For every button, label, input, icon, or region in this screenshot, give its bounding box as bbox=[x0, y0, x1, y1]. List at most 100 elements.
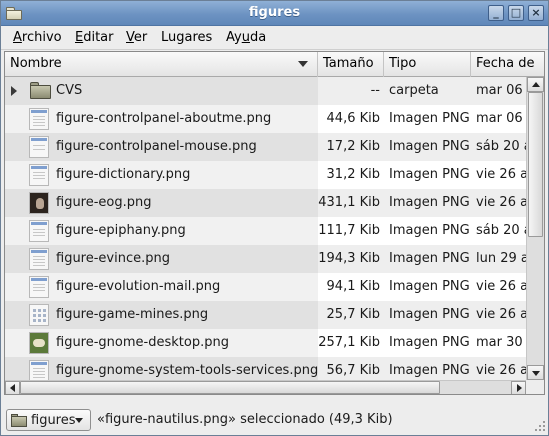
file-size: 257,1 Kib bbox=[318, 335, 380, 350]
column-type-label: Tipo bbox=[389, 56, 417, 71]
file-size: 25,7 Kib bbox=[326, 307, 380, 322]
scroll-left-button[interactable] bbox=[5, 381, 20, 394]
image-thumbnail-icon bbox=[29, 276, 49, 298]
menu-bar: Archivo Editar Ver Lugares Ayuda bbox=[1, 26, 548, 50]
file-date: sáb 20 a bbox=[476, 223, 526, 238]
menu-lugares-label: Lugares bbox=[161, 30, 213, 45]
resize-grip-icon[interactable] bbox=[534, 421, 546, 433]
file-name: figure-evince.png bbox=[56, 251, 170, 266]
file-date: mar 30 a bbox=[476, 335, 526, 350]
close-button[interactable]: × bbox=[528, 5, 544, 21]
list-item[interactable]: figure-controlpanel-mouse.png 17,2 Kib I… bbox=[5, 133, 526, 161]
column-header-size[interactable]: Tamaño bbox=[318, 52, 384, 77]
window-title: figures bbox=[248, 5, 301, 20]
file-size: 431,1 Kib bbox=[318, 195, 380, 210]
list-item[interactable]: figure-controlpanel-aboutme.png 44,6 Kib… bbox=[5, 105, 526, 133]
image-thumbnail-icon bbox=[29, 136, 49, 158]
file-date: lun 29 a bbox=[476, 251, 526, 266]
list-item[interactable]: figure-evince.png 194,3 Kib Imagen PNG l… bbox=[5, 245, 526, 273]
status-bar: figures «figure-nautilus.png» selecciona… bbox=[1, 403, 548, 435]
file-name: figure-dictionary.png bbox=[56, 167, 191, 182]
maximize-icon: □ bbox=[510, 6, 522, 19]
arrow-up-icon bbox=[532, 82, 540, 87]
folder-icon bbox=[11, 414, 27, 427]
horizontal-scrollbar[interactable] bbox=[5, 380, 526, 394]
column-size-label: Tamaño bbox=[323, 56, 374, 71]
list-item[interactable]: figure-dictionary.png 31,2 Kib Imagen PN… bbox=[5, 161, 526, 189]
column-name-label: Nombre bbox=[10, 56, 62, 71]
list-item[interactable]: figure-gnome-desktop.png 257,1 Kib Image… bbox=[5, 329, 526, 357]
menu-ver[interactable]: Ver bbox=[126, 30, 147, 45]
maximize-button[interactable]: □ bbox=[508, 5, 524, 21]
file-type: Imagen PNG bbox=[389, 223, 470, 238]
file-type: Imagen PNG bbox=[389, 363, 470, 378]
file-size: 194,3 Kib bbox=[318, 251, 380, 266]
location-combo[interactable]: figures bbox=[6, 409, 91, 431]
game-thumbnail-icon bbox=[29, 304, 49, 326]
menu-ayuda-label: Ayuda bbox=[226, 30, 267, 45]
file-date: vie 26 ag bbox=[476, 279, 526, 294]
arrow-down-icon bbox=[532, 371, 540, 376]
image-thumbnail-icon bbox=[29, 164, 49, 186]
desktop-thumbnail-icon bbox=[29, 332, 49, 354]
title-bar[interactable]: figures _ □ × bbox=[1, 1, 548, 26]
column-header-name[interactable]: Nombre bbox=[5, 52, 318, 77]
file-date: vie 26 ag bbox=[476, 167, 526, 182]
file-date: vie 26 ag bbox=[476, 195, 526, 210]
file-name: CVS bbox=[56, 83, 83, 98]
file-rows: CVS -- carpeta mar 06 s figure-controlpa… bbox=[5, 77, 526, 380]
close-icon: × bbox=[531, 6, 541, 19]
list-item[interactable]: figure-evolution-mail.png 94,1 Kib Image… bbox=[5, 273, 526, 301]
menu-ver-label: er bbox=[133, 30, 148, 45]
file-type: Imagen PNG bbox=[389, 335, 470, 350]
scroll-up-button[interactable] bbox=[527, 77, 544, 92]
horizontal-scroll-thumb[interactable] bbox=[20, 381, 440, 394]
menu-archivo[interactable]: Archivo bbox=[13, 30, 62, 45]
image-thumbnail-icon bbox=[29, 360, 49, 380]
minimize-button[interactable]: _ bbox=[488, 5, 504, 21]
column-date-label: Fecha de bbox=[476, 56, 535, 71]
file-name: figure-epiphany.png bbox=[56, 223, 186, 238]
file-name: figure-game-mines.png bbox=[56, 307, 209, 322]
file-date: vie 26 ag bbox=[476, 307, 526, 322]
file-size: -- bbox=[370, 83, 380, 98]
scroll-down-button[interactable] bbox=[527, 365, 544, 380]
arrow-right-icon bbox=[517, 384, 522, 392]
file-type: Imagen PNG bbox=[389, 307, 470, 322]
scrollbar-corner bbox=[526, 380, 544, 394]
file-manager-window: figures _ □ × Archivo Editar Ver Lugares… bbox=[0, 0, 549, 436]
file-date: vie 26 ag bbox=[476, 363, 526, 378]
list-item[interactable]: figure-gnome-system-tools-services.png 5… bbox=[5, 357, 526, 380]
file-type: Imagen PNG bbox=[389, 279, 470, 294]
file-size: 31,2 Kib bbox=[326, 167, 380, 182]
list-item[interactable]: figure-game-mines.png 25,7 Kib Imagen PN… bbox=[5, 301, 526, 329]
menu-archivo-mnemonic: A bbox=[13, 30, 22, 45]
file-type: Imagen PNG bbox=[389, 111, 470, 126]
file-type: Imagen PNG bbox=[389, 167, 470, 182]
scroll-right-button[interactable] bbox=[511, 381, 526, 394]
file-size: 111,7 Kib bbox=[318, 223, 380, 238]
file-size: 56,7 Kib bbox=[326, 363, 380, 378]
column-header-type[interactable]: Tipo bbox=[384, 52, 471, 77]
menu-editar-label: ditar bbox=[83, 30, 114, 45]
file-name: figure-eog.png bbox=[56, 195, 152, 210]
menu-editar[interactable]: Editar bbox=[75, 30, 114, 45]
expand-arrow-icon[interactable] bbox=[11, 86, 17, 96]
menu-ayuda[interactable]: Ayuda bbox=[226, 30, 266, 45]
file-list-view[interactable]: Nombre Tamaño Tipo Fecha de CVS -- carpe… bbox=[4, 51, 545, 395]
file-type: Imagen PNG bbox=[389, 251, 470, 266]
vertical-scroll-thumb[interactable] bbox=[528, 92, 543, 237]
menu-ver-mnemonic: V bbox=[126, 30, 134, 45]
vertical-scrollbar[interactable] bbox=[526, 77, 544, 380]
column-header-date[interactable]: Fecha de bbox=[471, 52, 544, 77]
file-type: Imagen PNG bbox=[389, 195, 470, 210]
list-item[interactable]: CVS -- carpeta mar 06 s bbox=[5, 77, 526, 105]
sort-descending-icon bbox=[298, 61, 308, 67]
location-label: figures bbox=[31, 413, 76, 428]
file-name: figure-controlpanel-mouse.png bbox=[56, 139, 257, 154]
list-item[interactable]: figure-eog.png 431,1 Kib Imagen PNG vie … bbox=[5, 189, 526, 217]
name-cell bbox=[5, 77, 318, 105]
menu-lugares[interactable]: Lugares bbox=[161, 30, 212, 45]
list-item[interactable]: figure-epiphany.png 111,7 Kib Imagen PNG… bbox=[5, 217, 526, 245]
file-name: figure-gnome-desktop.png bbox=[56, 335, 229, 350]
